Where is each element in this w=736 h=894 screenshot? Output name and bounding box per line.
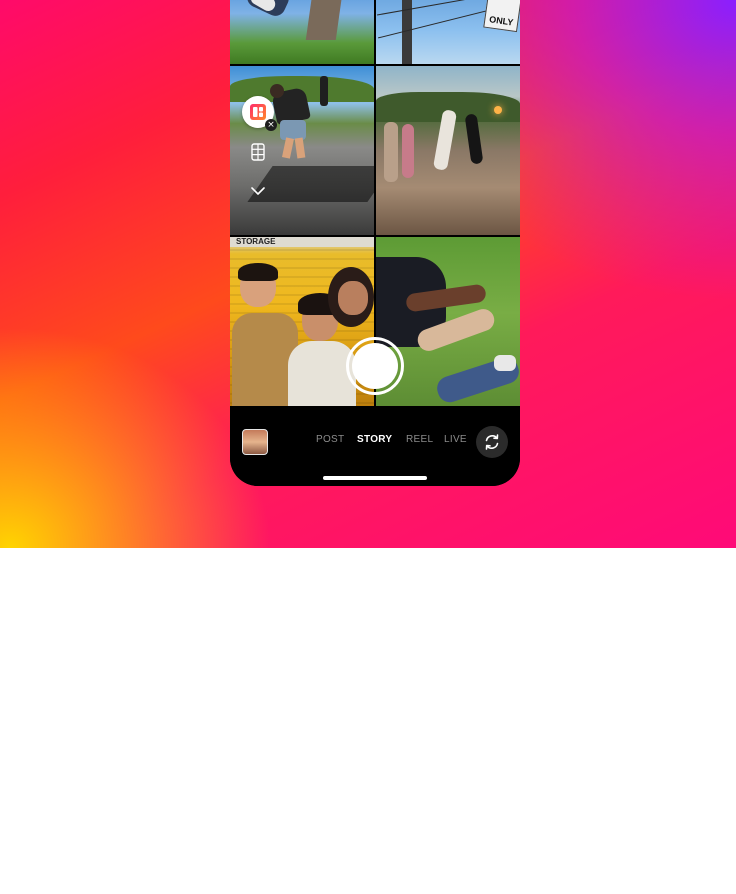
phone-mockup: ONLY STORAGE × POST STORY REEL LIVE bbox=[230, 0, 520, 486]
person-leg bbox=[294, 137, 306, 159]
layout-icon bbox=[250, 104, 266, 120]
photo-cell-4[interactable] bbox=[376, 66, 520, 235]
dancer-1 bbox=[384, 122, 398, 182]
dancer-2 bbox=[402, 124, 414, 178]
flip-camera-button[interactable] bbox=[476, 426, 508, 458]
layout-toggle-button[interactable]: × bbox=[242, 96, 277, 131]
close-icon[interactable]: × bbox=[265, 119, 277, 131]
sneaker bbox=[494, 355, 516, 371]
mode-post[interactable]: POST bbox=[316, 434, 344, 445]
collapse-button[interactable] bbox=[248, 184, 268, 198]
mode-story[interactable]: STORY bbox=[357, 434, 392, 445]
hero-gradient-background: ONLY STORAGE × POST STORY REEL LIVE bbox=[0, 0, 736, 548]
background-person bbox=[320, 76, 328, 106]
camera-bottom-bar: POST STORY REEL LIVE bbox=[230, 406, 520, 486]
mode-selector: POST STORY REEL LIVE bbox=[310, 434, 480, 450]
flip-camera-icon bbox=[485, 434, 499, 450]
person-hair bbox=[238, 263, 278, 281]
gallery-thumbnail[interactable] bbox=[242, 429, 268, 455]
layout-grid: ONLY STORAGE × bbox=[230, 0, 520, 406]
person-head bbox=[270, 84, 284, 98]
shutter-inner bbox=[352, 343, 398, 389]
photo-cell-1[interactable] bbox=[230, 0, 374, 64]
grid-icon bbox=[251, 143, 265, 161]
storage-banner: STORAGE bbox=[230, 237, 374, 247]
storage-banner-text: STORAGE bbox=[236, 237, 276, 246]
road-sign: ONLY bbox=[483, 0, 520, 33]
home-indicator bbox=[323, 476, 427, 480]
chevron-down-icon bbox=[251, 187, 265, 195]
street-light bbox=[494, 106, 502, 114]
grid-button[interactable] bbox=[250, 143, 266, 161]
road-sign-text: ONLY bbox=[488, 14, 515, 28]
person-shirt bbox=[288, 341, 356, 406]
shutter-button[interactable] bbox=[346, 337, 404, 395]
mode-live[interactable]: LIVE bbox=[444, 434, 467, 445]
mode-reel[interactable]: REEL bbox=[406, 434, 433, 445]
photo-cell-2[interactable]: ONLY bbox=[376, 0, 520, 64]
tree-trunk bbox=[305, 0, 345, 40]
person-face-3 bbox=[338, 281, 368, 315]
person-leg bbox=[282, 137, 294, 159]
